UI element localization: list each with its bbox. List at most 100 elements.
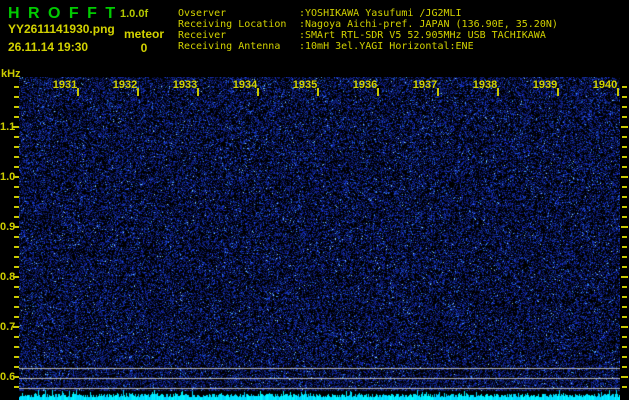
y-axis-minor-tick [14,146,19,148]
y-axis-minor-tick-right [622,86,627,88]
y-axis-major-tick-right [621,276,628,278]
y-axis-minor-tick-right [622,356,627,358]
y-axis-minor-tick [14,356,19,358]
y-axis-minor-tick-right [622,236,627,238]
y-axis-label: 1.1 [0,121,16,133]
y-axis-label: 0.9 [0,221,16,233]
y-axis-label: 0.6 [0,371,16,383]
y-axis-major-tick-right [621,126,628,128]
station-info-value: :Nagoya Aichi-pref. JAPAN (136.90E, 35.2… [299,19,558,30]
y-axis-minor-tick [14,286,19,288]
station-info-label: Receiving Antenna [178,41,281,52]
y-axis-minor-tick [14,296,19,298]
y-axis-minor-tick [14,136,19,138]
y-axis-minor-tick-right [622,346,627,348]
y-axis-minor-tick-right [622,256,627,258]
app-title: H R O F F T [8,5,118,22]
y-axis-major-tick-right [621,226,628,228]
y-axis-major-tick [13,226,19,228]
y-axis-label: 0.7 [0,321,16,333]
y-axis-minor-tick [14,306,19,308]
y-axis-minor-tick [14,236,19,238]
y-axis-minor-tick-right [622,196,627,198]
x-axis-time-tick [77,88,79,96]
y-axis-minor-tick [14,266,19,268]
y-axis-minor-tick-right [622,146,627,148]
x-axis-time-tick [197,88,199,96]
y-axis-minor-tick [14,196,19,198]
y-axis-minor-tick [14,316,19,318]
station-info-label: Receiver [178,30,227,41]
y-axis-minor-tick [14,106,19,108]
y-axis-minor-tick [14,386,19,388]
station-info-row: Ovserver :YOSHIKAWA Yasufumi /JG2MLI [178,8,558,19]
y-axis-minor-tick [14,156,19,158]
station-info: Ovserver:YOSHIKAWA Yasufumi /JG2MLI Recei… [178,8,558,52]
x-axis-time-tick [617,88,619,96]
station-info-row: Receiver :SMArt RTL-SDR V5 52.905MHz USB … [178,30,558,41]
y-axis-minor-tick [14,96,19,98]
y-axis-minor-tick-right [622,96,627,98]
y-axis-minor-tick [14,206,19,208]
station-info-row: Receiving Antenna :10mH 3el.YAGI Horizont… [178,41,558,52]
y-axis-minor-tick-right [622,296,627,298]
y-axis-unit: kHz [1,68,21,80]
x-axis-time-tick [257,88,259,96]
station-info-value: :SMArt RTL-SDR V5 52.905MHz USB TACHIKAW… [299,30,546,41]
y-axis-major-tick [13,176,19,178]
y-axis-minor-tick [14,366,19,368]
station-info-value: :YOSHIKAWA Yasufumi /JG2MLI [299,8,462,19]
y-axis-minor-tick [14,216,19,218]
y-axis-major-tick [13,326,19,328]
date-time: 26.11.14 19:30 [8,40,89,54]
hrofft-window: H R O F F T 1.0.0f YY2611141930.png mete… [0,0,629,400]
y-axis-minor-tick-right [622,336,627,338]
output-filename: YY2611141930.png [8,22,115,36]
y-axis-minor-tick-right [622,206,627,208]
y-axis-minor-tick-right [622,106,627,108]
y-axis-minor-tick-right [622,216,627,218]
y-axis-minor-tick [14,336,19,338]
y-axis-minor-tick-right [622,366,627,368]
station-info-label: Receiving Location [178,19,287,30]
x-axis-time-tick [377,88,379,96]
y-axis-label: 0.8 [0,271,16,283]
y-axis-minor-tick-right [622,386,627,388]
y-axis-minor-tick-right [622,286,627,288]
y-axis-minor-tick [14,246,19,248]
y-axis-minor-tick [14,186,19,188]
y-axis-minor-tick-right [622,116,627,118]
y-axis-minor-tick-right [622,166,627,168]
y-axis-minor-tick-right [622,136,627,138]
y-axis-major-tick-right [621,176,628,178]
y-axis-minor-tick-right [622,266,627,268]
x-axis-time-tick [497,88,499,96]
station-info-row: Receiving Location :Nagoya Aichi-pref. JA… [178,19,558,30]
y-axis-minor-tick [14,166,19,168]
x-axis-time-tick [557,88,559,96]
y-axis-minor-tick [14,116,19,118]
y-axis-major-tick-right [621,376,628,378]
x-axis-time-tick [137,88,139,96]
station-info-label: Ovserver [178,8,227,19]
spectrogram-canvas [19,77,620,400]
y-axis-minor-tick-right [622,306,627,308]
y-axis-label: 1.0 [0,171,16,183]
meteor-count: 0 [140,41,148,55]
y-axis-minor-tick [14,86,19,88]
y-axis-major-tick [13,126,19,128]
y-axis-minor-tick-right [622,316,627,318]
y-axis-minor-tick-right [622,246,627,248]
y-axis-major-tick [13,376,19,378]
station-info-value: :10mH 3el.YAGI Horizontal:ENE [299,41,474,52]
y-axis-major-tick-right [621,326,628,328]
y-axis-minor-tick-right [622,156,627,158]
app-version: 1.0.0f [120,8,149,20]
y-axis-minor-tick [14,256,19,258]
y-axis-minor-tick-right [622,186,627,188]
y-axis-major-tick [13,276,19,278]
x-axis-time-tick [317,88,319,96]
y-axis-minor-tick [14,346,19,348]
mode-label: meteor [123,27,164,41]
x-axis-time-tick [437,88,439,96]
